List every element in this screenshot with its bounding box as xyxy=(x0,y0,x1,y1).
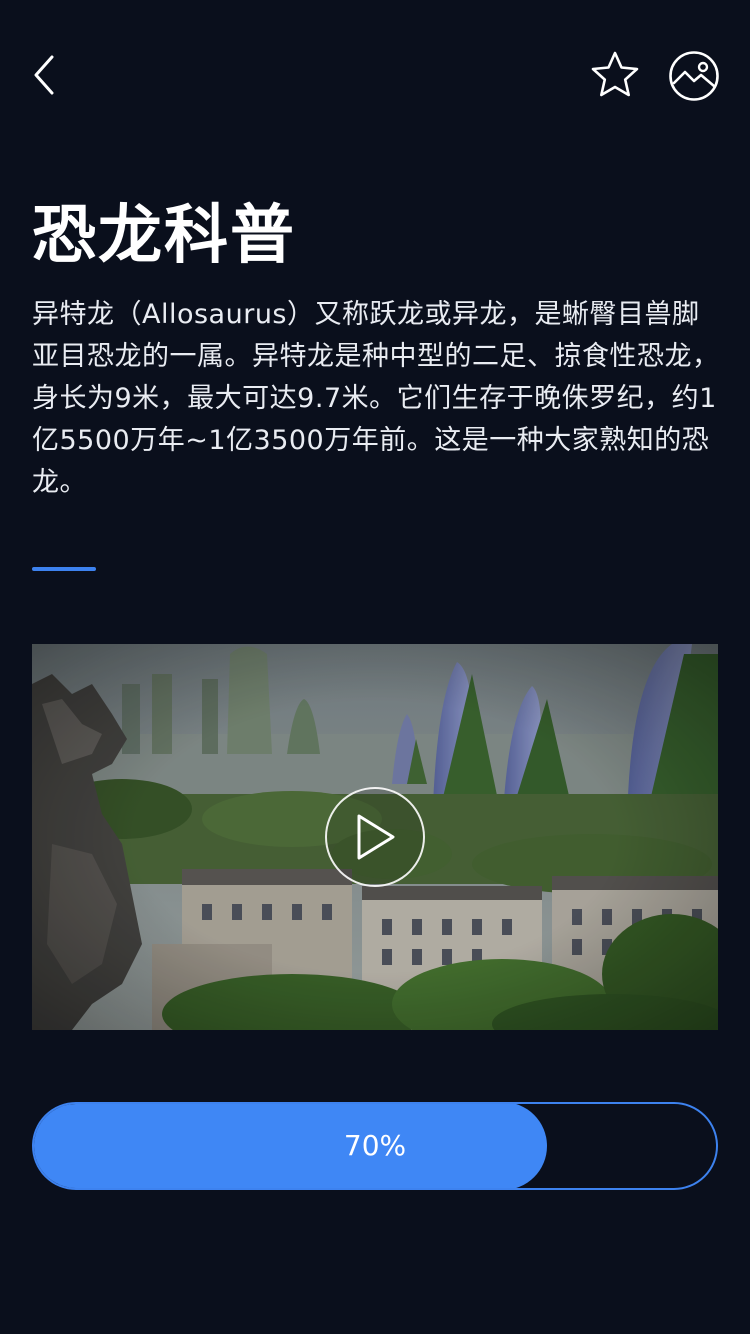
progress-bar[interactable]: 70% xyxy=(32,1102,718,1190)
page-title: 恐龙科普 xyxy=(32,199,296,273)
image-icon xyxy=(669,51,719,101)
gallery-button[interactable] xyxy=(666,48,722,104)
star-icon xyxy=(591,51,639,97)
video-player[interactable] xyxy=(32,644,718,1030)
chevron-left-icon xyxy=(34,55,54,95)
back-button[interactable] xyxy=(24,50,64,100)
progress-label: 70% xyxy=(343,1129,407,1162)
favorite-button[interactable] xyxy=(588,48,642,102)
play-button[interactable] xyxy=(325,787,425,887)
top-bar xyxy=(0,40,750,110)
article-description: 异特龙（Allosaurus）又称跃龙或异龙，是蜥臀目兽脚亚目恐龙的一属。异特龙… xyxy=(32,299,720,498)
play-icon xyxy=(357,814,395,860)
accent-divider xyxy=(32,567,96,571)
screen: 恐龙科普 异特龙（Allosaurus）又称跃龙或异龙，是蜥臀目兽脚亚目恐龙的一… xyxy=(0,0,750,1334)
